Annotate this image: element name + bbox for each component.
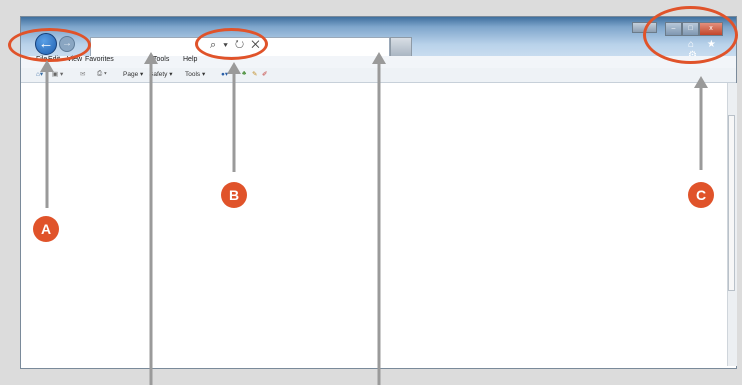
callout-b: B — [221, 182, 247, 208]
callout-a: A — [33, 216, 59, 242]
callout-c: C — [688, 182, 714, 208]
annotation-arrows — [40, 52, 708, 385]
